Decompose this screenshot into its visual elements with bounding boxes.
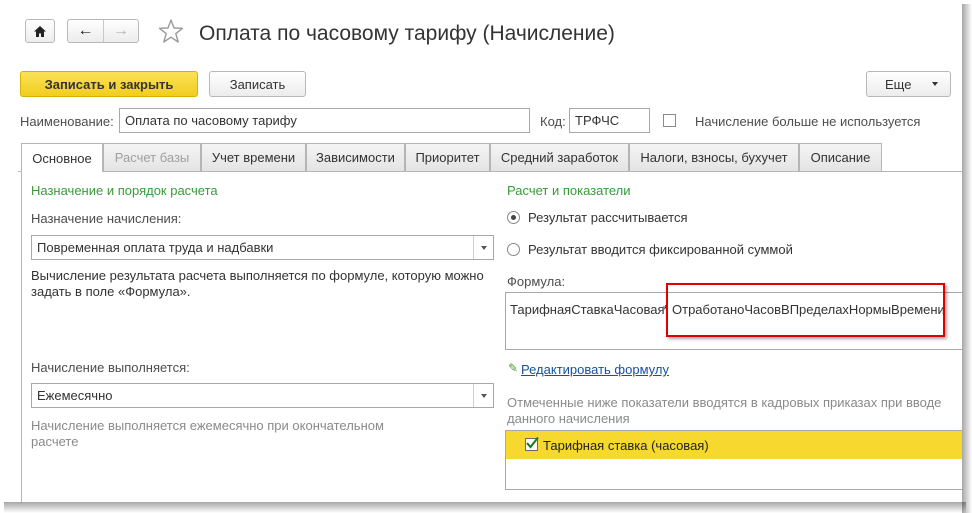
tab-main[interactable]: Основное [21,143,103,172]
check-icon [526,436,539,449]
formula-note: Вычисление результата расчета выполняетс… [31,268,484,299]
purpose-select-value: Повременная оплата труда и надбавки [37,240,274,255]
code-input[interactable]: ТРФЧС [569,108,650,133]
chevron-down-icon [480,245,487,250]
tab-priority[interactable]: Приоритет [405,143,490,171]
tab-label: Налоги, взносы, бухучет [640,150,788,165]
indicators-note: Отмеченные ниже показатели вводятся в ка… [507,395,942,426]
list-item[interactable]: Тарифная ставка (часовая) [506,431,962,459]
home-icon [34,25,46,37]
radio-result-calculated-label: Результат рассчитывается [528,210,688,225]
tab-label: Приоритет [415,150,480,165]
formula-label: Формула: [507,274,566,289]
tab-label: Зависимости [316,150,395,165]
indicator-checkbox[interactable] [525,436,539,451]
name-input[interactable]: Оплата по часовому тарифу [119,108,530,133]
save-and-close-button[interactable]: Записать и закрыть [20,71,198,97]
period-label: Начисление выполняется: [31,360,190,375]
tab-description[interactable]: Описание [799,143,882,171]
unused-label: Начисление больше не используется [695,114,921,129]
dropdown-button[interactable] [473,236,493,259]
name-label: Наименование: [20,114,114,129]
tab-label: Основное [32,150,92,166]
period-hint: Начисление выполняется ежемесячно при ок… [31,418,384,449]
radio-result-calculated[interactable] [507,211,520,224]
tab-base-calc[interactable]: Расчет базы [103,143,201,171]
tab-label: Описание [810,150,871,165]
save-button[interactable]: Записать [209,71,306,97]
formula-highlight-box [666,283,945,337]
tab-dependencies[interactable]: Зависимости [306,143,405,171]
radio-result-fixed[interactable] [507,243,520,256]
purpose-select[interactable]: Повременная оплата труда и надбавки [31,235,494,260]
chevron-down-icon [480,393,487,398]
back-button[interactable]: ← [68,20,104,42]
formula-part-rate: ТарифнаяСтавкаЧасовая [510,302,665,317]
arrow-left-icon: ← [77,22,94,39]
period-select[interactable]: Ежемесячно [31,383,494,408]
more-menu-label: Еще [885,76,912,92]
period-select-value: Ежемесячно [37,388,113,403]
section-title-purpose: Назначение и порядок расчета [31,183,218,198]
radio-result-fixed-label: Результат вводится фиксированной суммой [528,242,793,257]
code-label: Код: [540,114,566,129]
indicators-list: Тарифная ставка (часовая) [505,430,962,490]
tab-label: Средний заработок [500,150,619,165]
tab-time-accounting[interactable]: Учет времени [201,143,306,171]
edit-formula-link[interactable]: Редактировать формулу [521,362,669,377]
nav-buttons: ← → [67,19,139,43]
arrow-right-icon: → [113,22,129,39]
indicator-label: Тарифная ставка (часовая) [543,438,709,453]
window-shadow-bottom [4,502,966,513]
tab-average-earnings[interactable]: Средний заработок [490,143,629,171]
home-button[interactable] [25,19,55,43]
unused-checkbox[interactable] [663,114,676,127]
tab-label: Расчет базы [114,150,190,165]
purpose-label: Назначение начисления: [31,211,182,226]
window-shadow-right [962,4,972,513]
more-menu-button[interactable]: Еще [866,71,951,97]
tab-label: Учет времени [211,150,296,165]
chevron-down-icon [932,82,938,86]
pencil-icon: ✎ [508,361,519,375]
section-title-indicators: Расчет и показатели [507,183,631,198]
window-title: Оплата по часовому тарифу (Начисление) [199,22,615,45]
tab-taxes[interactable]: Налоги, взносы, бухучет [629,143,799,171]
favorite-star-icon[interactable] [158,18,184,44]
form-window: ← → Оплата по часовому тарифу (Начислени… [0,0,962,502]
forward-button[interactable]: → [104,20,138,42]
dropdown-button[interactable] [473,384,493,407]
